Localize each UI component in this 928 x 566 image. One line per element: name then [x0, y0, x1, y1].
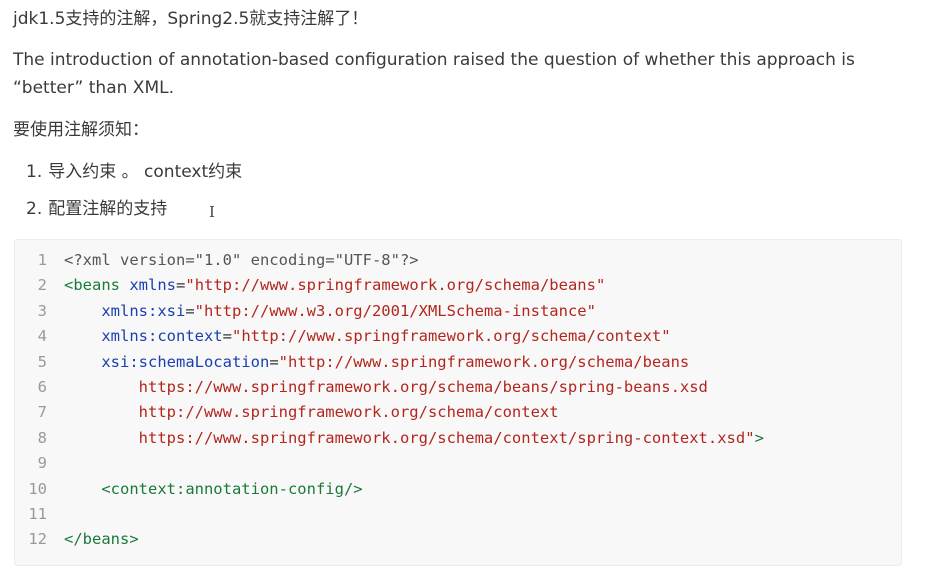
notice-paragraph: 要使用注解须知：	[13, 120, 149, 140]
code-token: <beans	[64, 276, 120, 295]
code-text: <beans xmlns="http://www.springframework…	[64, 273, 605, 298]
line-number: 1	[37, 251, 47, 269]
line-number: 7	[37, 403, 47, 422]
line-number: 6	[37, 378, 47, 396]
code-text: </beans>	[64, 527, 139, 552]
code-token: =	[185, 301, 195, 320]
intro-paragraph: The introduction of annotation-based con…	[13, 50, 855, 98]
line-number: 2	[37, 276, 47, 295]
code-text: https://www.springframework.org/schema/b…	[64, 375, 708, 400]
code-token: =	[222, 327, 232, 346]
code-line: 8 https://www.springframework.org/schema…	[15, 426, 901, 451]
line-number: 8	[37, 428, 47, 447]
code-text: http://www.springframework.org/schema/co…	[64, 400, 559, 425]
code-token: https://www.springframework.org/schema/b…	[64, 378, 708, 396]
line-number: 5	[37, 352, 47, 371]
code-text: <context:annotation-config/>	[64, 477, 363, 502]
code-token: </beans>	[64, 530, 139, 549]
code-text: xmlns:context="http://www.springframewor…	[64, 324, 671, 349]
code-text: xsi:schemaLocation="http://www.springfra…	[64, 350, 689, 375]
code-line: 5 xsi:schemaLocation="http://www.springf…	[15, 350, 901, 375]
code-line: 12 </beans>	[15, 527, 901, 552]
line-number: 12	[28, 530, 47, 549]
code-token: >	[754, 428, 764, 447]
code-line: 1 <?xml version="1.0" encoding="UTF-8"?>	[15, 248, 901, 273]
code-token: xsi:schemaLocation	[101, 352, 270, 371]
code-token: "http://www.springframework.org/schema/b…	[185, 276, 606, 295]
list-item-number: 1.	[26, 162, 43, 182]
code-token: =	[269, 352, 279, 371]
code-token: "http://www.w3.org/2001/XMLSchema-instan…	[194, 301, 596, 320]
code-block[interactable]: 1 <?xml version="1.0" encoding="UTF-8"?> 2…	[14, 239, 902, 566]
code-line: 6 https://www.springframework.org/schema…	[15, 375, 901, 400]
text-cursor-icon: I	[209, 203, 215, 221]
line-number: 3	[37, 301, 47, 320]
article-page: jdk1.5支持的注解，Spring2.5就支持注解了！ The introdu…	[0, 0, 928, 566]
code-token: xmlns:context	[101, 327, 223, 346]
code-token: https://www.springframework.org/schema/c…	[64, 428, 755, 447]
list-item-number: 2.	[26, 199, 43, 219]
list-item-text: 导入约束 。 context约束	[48, 162, 243, 182]
list-item: 1. 导入约束 。 context约束	[26, 158, 242, 195]
line-number: 10	[28, 479, 47, 498]
code-token: xmlns	[129, 276, 177, 295]
code-text: <?xml version="1.0" encoding="UTF-8"?>	[64, 248, 419, 273]
code-text: https://www.springframework.org/schema/c…	[64, 426, 764, 451]
line-number: 4	[37, 327, 47, 346]
heading-paragraph: jdk1.5支持的注解，Spring2.5就支持注解了！	[13, 9, 369, 29]
code-token: "http://www.springframework.org/schema/b…	[278, 352, 690, 371]
code-text: xmlns:xsi="http://www.w3.org/2001/XMLSch…	[64, 299, 596, 324]
line-number: 11	[28, 505, 47, 523]
code-line: 7 http://www.springframework.org/schema/…	[15, 400, 901, 425]
code-token: <context:annotation-config/>	[101, 479, 363, 498]
code-line: 4 xmlns:context="http://www.springframew…	[15, 324, 901, 349]
code-token: http://www.springframework.org/schema/co…	[64, 403, 559, 422]
code-token: xmlns:xsi	[101, 301, 186, 320]
line-number: 9	[37, 454, 47, 473]
list-item-text: 配置注解的支持	[48, 199, 168, 219]
code-line: 2 <beans xmlns="http://www.springframewor…	[15, 273, 901, 298]
code-token: =	[176, 276, 186, 295]
code-line: 9	[15, 451, 901, 476]
code-line: 10 <context:annotation-config/>	[15, 477, 901, 502]
code-line: 11	[15, 502, 901, 527]
code-line: 3 xmlns:xsi="http://www.w3.org/2001/XMLS…	[15, 299, 901, 324]
code-token: "http://www.springframework.org/schema/c…	[232, 327, 671, 346]
code-token: <?xml version="1.0" encoding="UTF-8"?>	[64, 251, 419, 269]
